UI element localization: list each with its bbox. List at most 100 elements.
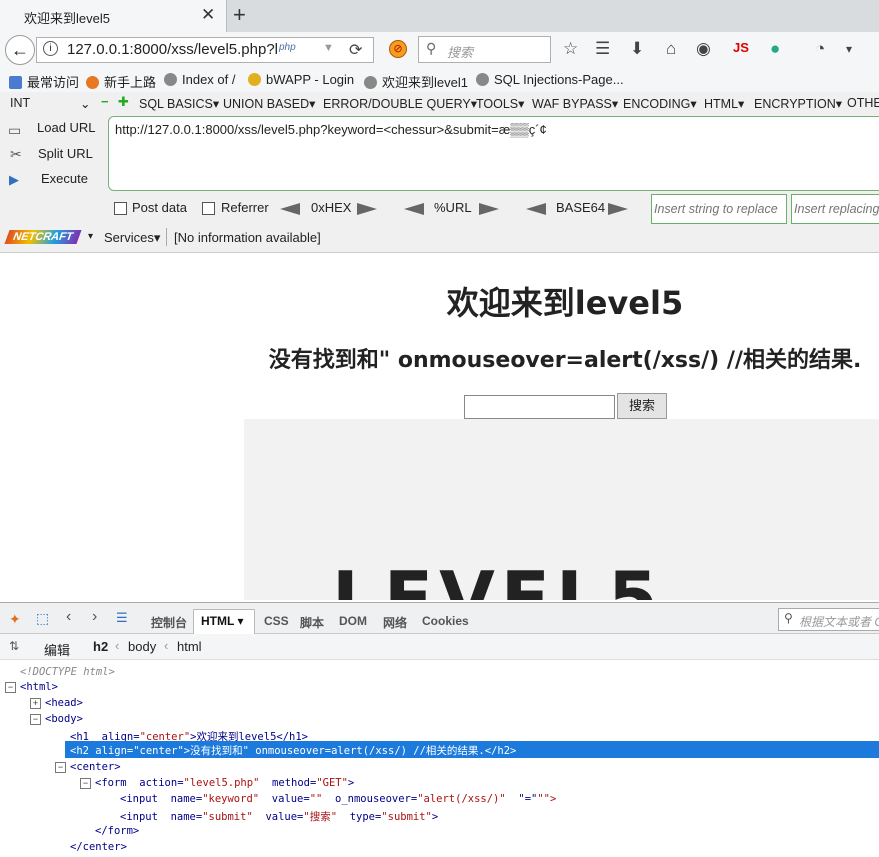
keyword-input[interactable] (464, 395, 615, 419)
url-encode-arrow-icon[interactable] (479, 203, 499, 215)
type-select[interactable]: INT ⌄ (10, 96, 94, 111)
tab-script[interactable]: 脚本 (300, 614, 324, 631)
forward-arrow-icon[interactable]: › (92, 608, 97, 626)
tree-input-keyword[interactable]: <input name="keyword" value="" o_nmouseo… (120, 793, 556, 805)
split-url-icon: ✂ (10, 146, 22, 162)
base64-encode-arrow-icon[interactable] (608, 203, 628, 215)
tab-html[interactable]: HTML ▾ (201, 614, 243, 628)
hackbar-url-value[interactable]: http://127.0.0.1:8000/xss/level5.php?key… (115, 122, 547, 137)
post-data-checkbox[interactable] (114, 202, 127, 215)
back-button[interactable]: ← (5, 35, 35, 65)
execute-button[interactable]: Execute (41, 171, 88, 186)
tab-cookies[interactable]: Cookies (422, 614, 469, 628)
hex-encode-arrow-icon[interactable] (357, 203, 377, 215)
edit-button[interactable]: 编辑 (44, 640, 70, 659)
menu-encoding[interactable]: ENCODING▾ (623, 96, 697, 111)
plus-icon[interactable]: ✚ (118, 94, 129, 110)
insert-replacing-input[interactable] (791, 194, 879, 224)
menu-error-double-query[interactable]: ERROR/DOUBLE QUERY▾ (323, 96, 477, 111)
tab-console[interactable]: 控制台 (151, 614, 187, 631)
bookmark-sql-injections[interactable]: SQL Injections-Page... (476, 72, 624, 87)
page-title: 欢迎来到level5 (446, 284, 684, 322)
tree-html[interactable]: <html> (20, 681, 58, 693)
url-text[interactable]: 127.0.0.1:8000/xss/level5.php?l (67, 41, 278, 58)
bookmark-index[interactable]: Index of / (164, 72, 235, 87)
tab-css[interactable]: CSS (264, 614, 289, 628)
search-icon: ⚲ (426, 40, 437, 56)
menu-waf-bypass[interactable]: WAF BYPASS▾ (532, 96, 618, 111)
close-tab-icon[interactable]: ✕ (201, 5, 215, 25)
services-menu[interactable]: Services▾ (104, 230, 160, 246)
tree-head[interactable]: <head> (45, 697, 83, 709)
js-toggle[interactable]: JS (733, 40, 749, 55)
expand-toggle[interactable]: + (30, 698, 41, 709)
collapse-toggle[interactable]: − (80, 778, 91, 789)
inspect-icon[interactable]: ⬚ (36, 610, 49, 627)
url-decode-arrow-icon[interactable] (404, 203, 424, 215)
menu-chevron-icon[interactable]: ▾ (846, 42, 852, 56)
load-url-icon: ▭ (8, 122, 22, 138)
site-info-icon[interactable]: i (43, 41, 58, 56)
tree-form-close[interactable]: </form> (95, 825, 139, 837)
home-icon[interactable]: ⌂ (666, 39, 676, 59)
tree-h2-selected[interactable]: <h2 align="center">没有找到和" onmouseover=al… (65, 741, 879, 758)
load-url-button[interactable]: Load URL (37, 120, 96, 135)
referrer-checkbox[interactable] (202, 202, 215, 215)
php-badge: php (279, 42, 296, 53)
reading-list-icon[interactable]: ☰ (595, 39, 610, 59)
tree-input-submit[interactable]: <input name="submit" value="搜索" type="su… (120, 809, 438, 824)
minus-icon[interactable]: − (101, 94, 109, 109)
breadcrumb-body[interactable]: body (128, 639, 156, 654)
tree-center-close[interactable]: </center> (70, 841, 127, 853)
bookmark-most-visited[interactable]: 最常访问 (9, 72, 79, 91)
collapse-toggle[interactable]: − (5, 682, 16, 693)
menu-union-based[interactable]: UNION BASED▾ (223, 96, 315, 111)
bookmark-bwapp[interactable]: bWAPP - Login (248, 72, 354, 87)
block-icon[interactable]: ⊘ (389, 40, 407, 58)
devtools-search-input[interactable]: ⚲ 根据文本或者 CS (778, 608, 879, 631)
menu-tools[interactable]: TOOLS▾ (476, 96, 524, 111)
collapse-toggle[interactable]: − (30, 714, 41, 725)
back-arrow-icon[interactable]: ‹ (66, 608, 71, 626)
breadcrumb-h2[interactable]: h2 (93, 639, 108, 654)
url-encode-label: %URL (434, 200, 472, 215)
tree-form[interactable]: <form action="level5.php" method="GET"> (95, 777, 354, 789)
globe-icon[interactable]: ◉ (696, 39, 711, 59)
reload-icon[interactable]: ⟳ (349, 40, 362, 60)
hackbar-url-textarea[interactable]: http://127.0.0.1:8000/xss/level5.php?key… (108, 116, 879, 191)
hex-decode-arrow-icon[interactable] (280, 203, 300, 215)
menu-other[interactable]: OTHE (847, 96, 879, 110)
tab-title: 欢迎来到level5 (24, 11, 110, 26)
menu-sql-basics[interactable]: SQL BASICS▾ (139, 96, 219, 111)
firebug-icon[interactable]: ✦ (9, 611, 21, 628)
bookmark-getting-started[interactable]: 新手上路 (86, 72, 156, 91)
netcraft-logo[interactable]: NETCRAFT (4, 230, 82, 244)
menu-encryption[interactable]: ENCRYPTION▾ (754, 96, 842, 111)
command-line-icon[interactable]: ☰ (116, 610, 128, 626)
cookie-icon[interactable]: ◔ (815, 39, 825, 59)
search-box[interactable]: ⚲ 搜索 (418, 36, 551, 63)
search-submit-button[interactable]: 搜索 (617, 393, 667, 419)
url-bar[interactable]: i 127.0.0.1:8000/xss/level5.php?l php ▼ (36, 37, 374, 63)
layout-icon[interactable]: ⇅ (9, 639, 19, 653)
bookmark-level1[interactable]: 欢迎来到level1 (364, 72, 468, 91)
chevron-down-icon[interactable]: ▾ (88, 231, 93, 242)
tree-center[interactable]: <center> (70, 761, 121, 773)
collapse-toggle[interactable]: − (55, 762, 66, 773)
insert-string-input[interactable] (651, 194, 787, 224)
chevron-down-icon[interactable]: ▼ (323, 42, 334, 54)
tree-body[interactable]: <body> (45, 713, 83, 725)
tree-doctype: <!DOCTYPE html> (20, 666, 115, 678)
addon-icon[interactable]: ● (770, 39, 780, 59)
split-url-button[interactable]: Split URL (38, 146, 93, 161)
download-icon[interactable]: ⬇ (630, 39, 644, 59)
menu-html[interactable]: HTML▾ (704, 96, 744, 111)
browser-tab[interactable]: 欢迎来到level5 ✕ (0, 0, 227, 32)
tab-network[interactable]: 网络 (383, 614, 407, 631)
bookmark-star-icon[interactable]: ☆ (563, 39, 578, 59)
tab-dom[interactable]: DOM (339, 614, 367, 628)
base64-decode-arrow-icon[interactable] (526, 203, 546, 215)
new-tab-button[interactable]: + (233, 2, 246, 28)
breadcrumb-html[interactable]: html (177, 639, 202, 654)
tree-h2-text: <h2 align="center">没有找到和" onmouseover=al… (70, 745, 517, 757)
